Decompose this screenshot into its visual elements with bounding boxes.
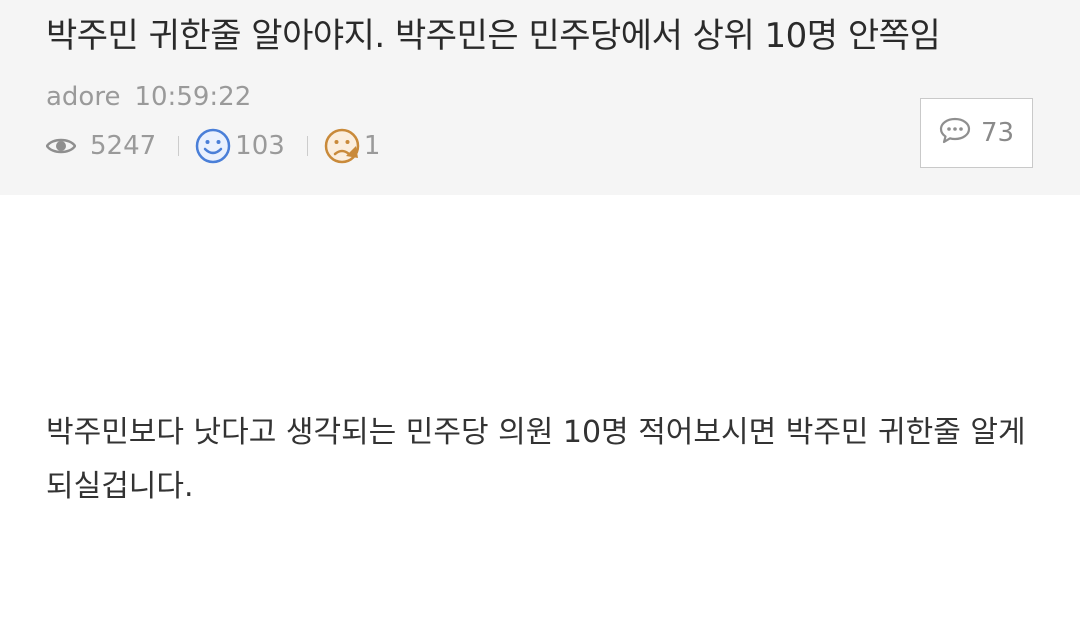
post-body: 박주민보다 낫다고 생각되는 민주당 의원 10명 적어보시면 박주민 귀한줄 … [46, 415, 1026, 504]
dislike-face-icon [324, 128, 360, 164]
post-title: 박주민 귀한줄 알아야지. 박주민은 민주당에서 상위 10명 안쪽임 [46, 16, 941, 56]
divider [178, 136, 180, 156]
speech-bubble-icon [939, 116, 981, 151]
post-time: 10:59:22 [134, 82, 252, 112]
author-name[interactable]: adore [46, 82, 120, 112]
post-header: 박주민 귀한줄 알아야지. 박주민은 민주당에서 상위 10명 안쪽임 ador… [0, 0, 1080, 195]
comment-count-value: 73 [980, 118, 1015, 148]
like-button[interactable]: 103 [195, 128, 285, 164]
comment-count-button[interactable]: 73 [920, 98, 1033, 168]
view-count: 5247 [46, 131, 156, 161]
post-meta: adore 10:59:22 [46, 80, 251, 114]
smile-face-icon [195, 128, 231, 164]
view-count-value: 5247 [90, 131, 157, 161]
eye-icon [46, 136, 76, 156]
post-stats: 5247 103 1 [46, 126, 380, 166]
like-count-value: 103 [235, 131, 285, 161]
dislike-button[interactable]: 1 [324, 128, 381, 164]
dislike-count-value: 1 [363, 131, 381, 161]
divider [306, 136, 308, 156]
